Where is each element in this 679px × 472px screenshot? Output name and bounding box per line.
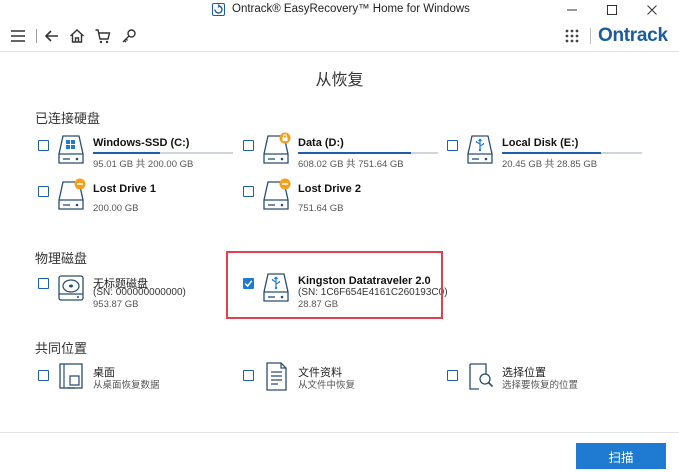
title-bar: Ontrack® EasyRecovery™ Home for Windows — [0, 0, 679, 20]
cart-button[interactable] — [94, 27, 112, 45]
menu-button[interactable] — [9, 27, 27, 45]
lost-drive-icon — [58, 178, 86, 210]
locked-drive-icon — [263, 132, 291, 164]
apps-grid-button[interactable] — [564, 28, 580, 44]
drive-usage-fill — [298, 152, 412, 154]
app-icon — [212, 3, 225, 16]
documents-icon — [266, 362, 287, 391]
drive-usage-bar — [93, 152, 233, 154]
drive-usage-fill — [502, 152, 602, 154]
location-documents[interactable]: 文件资料 从文件中恢复 — [243, 362, 443, 406]
selection-highlight — [226, 251, 443, 319]
drive-size: 95.01 GB 共 200.00 GB — [93, 159, 194, 170]
key-button[interactable] — [120, 27, 138, 45]
drive-size: 20.45 GB 共 28.85 GB — [502, 159, 598, 170]
disk-checkbox[interactable] — [38, 278, 49, 289]
window-title: Ontrack® EasyRecovery™ Home for Windows — [232, 3, 470, 15]
close-button[interactable] — [632, 0, 672, 20]
maximize-icon — [607, 5, 617, 15]
home-icon — [70, 29, 84, 43]
drive-size: 200.00 GB — [93, 203, 139, 214]
scan-button[interactable]: 扫描 — [576, 443, 666, 469]
physical-disk-untitled[interactable]: 无标题磁盘 (SN: 000000000000) 953.87 GB — [38, 275, 238, 317]
brand-divider — [590, 28, 591, 44]
drive-lost-1[interactable]: Lost Drive 1 200.00 GB — [38, 178, 238, 225]
drive-local-disk-e[interactable]: Local Disk (E:) 20.45 GB 共 28.85 GB — [447, 135, 647, 179]
desktop-icon — [59, 363, 83, 389]
hamburger-icon — [11, 30, 25, 42]
drive-checkbox[interactable] — [38, 186, 49, 197]
drive-checkbox[interactable] — [38, 140, 49, 151]
drive-usage-fill — [93, 152, 160, 154]
usb-drive-icon — [467, 135, 493, 164]
drive-checkbox[interactable] — [243, 140, 254, 151]
location-desktop[interactable]: 桌面 从桌面恢复数据 — [38, 363, 238, 406]
minimize-icon — [567, 9, 577, 11]
location-desc: 从文件中恢复 — [298, 380, 356, 391]
drive-name: Lost Drive 2 — [298, 183, 361, 195]
close-icon — [647, 5, 657, 15]
hard-disk-icon — [58, 275, 84, 301]
drive-name: Local Disk (E:) — [502, 137, 579, 149]
drive-checkbox[interactable] — [447, 140, 458, 151]
choose-location-icon — [469, 363, 494, 390]
drive-usage-bar — [502, 152, 642, 154]
lost-drive-icon — [263, 178, 291, 210]
toolbar-divider — [36, 29, 37, 43]
drive-size: 751.64 GB — [298, 203, 344, 214]
windows-drive-icon — [58, 135, 84, 164]
toolbar: Ontrack — [0, 20, 679, 52]
location-checkbox[interactable] — [243, 370, 254, 381]
disk-size: 953.87 GB — [93, 299, 139, 310]
key-icon — [122, 29, 136, 43]
location-checkbox[interactable] — [447, 370, 458, 381]
location-desc: 从桌面恢复数据 — [93, 380, 160, 391]
drive-checkbox[interactable] — [243, 186, 254, 197]
drive-size: 608.02 GB 共 751.64 GB — [298, 159, 404, 170]
maximize-button[interactable] — [592, 0, 632, 20]
drive-name: Data (D:) — [298, 137, 344, 149]
drive-lost-2[interactable]: Lost Drive 2 751.64 GB — [243, 178, 443, 225]
section-title-common: 共同位置 — [35, 341, 88, 356]
home-button[interactable] — [68, 27, 86, 45]
section-title-physical: 物理磁盘 — [35, 251, 88, 266]
grid-icon — [565, 29, 579, 43]
drive-name: Windows-SSD (C:) — [93, 137, 190, 149]
page-title: 从恢复 — [315, 72, 364, 89]
ontrack-logo: Ontrack — [598, 25, 668, 46]
drive-name: Lost Drive 1 — [93, 183, 156, 195]
drive-usage-bar — [298, 152, 438, 154]
section-title-connected: 已连接硬盘 — [35, 111, 101, 126]
back-arrow-icon — [44, 30, 58, 42]
drive-data-d[interactable]: Data (D:) 608.02 GB 共 751.64 GB — [243, 132, 443, 179]
location-choose[interactable]: 选择位置 选择要恢复的位置 — [447, 363, 647, 406]
cart-icon — [95, 29, 111, 44]
drive-windows-ssd[interactable]: Windows-SSD (C:) 95.01 GB 共 200.00 GB — [38, 135, 238, 179]
location-checkbox[interactable] — [38, 370, 49, 381]
disk-serial: (SN: 000000000000) — [93, 287, 186, 298]
back-button[interactable] — [43, 27, 61, 45]
minimize-button[interactable] — [552, 0, 592, 20]
footer-divider — [0, 432, 679, 433]
location-desc: 选择要恢复的位置 — [502, 380, 579, 391]
